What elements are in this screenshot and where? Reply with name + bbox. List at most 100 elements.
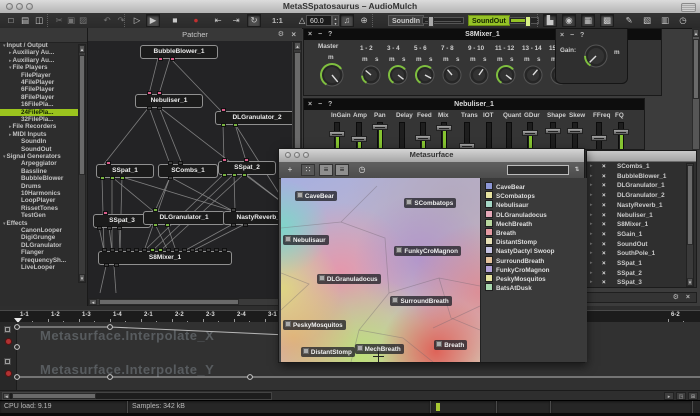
node-inlet-port[interactable] — [174, 248, 179, 252]
row-arrow-icon[interactable]: ▸ — [590, 220, 593, 230]
node-outlet-port[interactable] — [117, 226, 122, 230]
soundin-fader-thumb[interactable] — [428, 16, 434, 27]
channel-knob[interactable] — [414, 64, 436, 91]
tree-item-input-output[interactable]: ▾Input / Output — [0, 42, 78, 49]
detail-view-button[interactable]: ≡ — [335, 164, 349, 176]
contraption-row-nastyreverb_1[interactable]: ▸ × NastyReverb_1 — [587, 201, 683, 211]
channel-solo-label[interactable]: s — [537, 56, 541, 63]
row-arrow-icon[interactable]: ▸ — [590, 172, 593, 182]
automation-settings-icon[interactable]: ⚙ — [673, 294, 679, 301]
tree-item-8fileplayer[interactable]: 8FilePlayer — [0, 94, 78, 101]
snapshot-list-item[interactable]: Nebulisaur — [485, 200, 529, 209]
snapshot-list-item[interactable]: PeskyMosquitos — [485, 274, 546, 283]
tree-item-32filepla-[interactable]: 32FilePla... — [0, 116, 78, 123]
snapshot-list-item[interactable]: DistantStomp — [485, 237, 537, 246]
panel-close-icon[interactable]: × — [560, 30, 564, 41]
play-button[interactable]: ▶ — [146, 14, 160, 27]
surface-snapshot-label[interactable]: Breath — [434, 340, 467, 350]
row-close-icon[interactable]: × — [602, 278, 606, 288]
row-close-icon[interactable]: × — [602, 162, 606, 172]
speaker-button[interactable]: ♫ — [340, 14, 354, 27]
param-slider-ingain[interactable] — [329, 122, 345, 150]
timeline-tool-button[interactable]: ▸ — [664, 392, 674, 400]
timeline-hscrollbar[interactable]: ◂ — [2, 392, 272, 400]
metasurface-surface[interactable]: CaveBearSCombatopsNebulisaurFunkyCroMagn… — [281, 178, 480, 362]
node-inlet-port[interactable] — [103, 211, 108, 215]
go-end-button[interactable]: ⇥ — [229, 14, 243, 27]
chevron-down-icon[interactable]: ▾ — [3, 154, 6, 160]
param-slider-skew[interactable] — [567, 122, 583, 150]
node-inlet-port[interactable] — [126, 248, 131, 252]
surface-snapshot-label[interactable]: CaveBear — [295, 191, 337, 201]
param-slider-iot[interactable] — [481, 122, 497, 150]
param-slider-trans[interactable] — [459, 122, 475, 150]
patcher-settings-icon[interactable]: ⚙ — [278, 28, 284, 41]
tree-item-fileplayer[interactable]: FilePlayer — [0, 72, 78, 79]
contraption-row-bubbleblower_1[interactable]: ▸ × BubbleBlower_1 — [587, 172, 683, 182]
node-inlet-port[interactable] — [153, 208, 158, 212]
channel-knob[interactable] — [360, 64, 382, 91]
chevron-right-icon[interactable]: ▸ — [9, 58, 12, 64]
node-outlet-port[interactable] — [114, 263, 119, 267]
node-inlet-port[interactable] — [222, 248, 227, 252]
metronome-icon[interactable]: △ — [295, 14, 309, 27]
track-x-enable-checkbox[interactable] — [4, 326, 11, 333]
node-inlet-port[interactable] — [221, 108, 226, 112]
channel-mute-label[interactable]: m — [416, 56, 422, 63]
param-slider-fq[interactable] — [613, 122, 629, 150]
node-outlet-port[interactable] — [232, 173, 237, 177]
tree-item-flanger[interactable]: Flanger — [0, 249, 78, 256]
snapshot-list-item[interactable]: MechBreath — [485, 219, 532, 228]
row-arrow-icon[interactable]: ▸ — [590, 240, 593, 250]
channel-solo-label[interactable]: s — [456, 56, 460, 63]
panel-minimize-icon[interactable]: − — [570, 30, 574, 41]
channel-knob[interactable] — [495, 64, 517, 91]
tree-item-rissettones[interactable]: RissetTones — [0, 205, 78, 212]
row-arrow-icon[interactable]: ▸ — [590, 269, 593, 279]
track-y-record-icon[interactable] — [5, 370, 12, 377]
gain-mute-label[interactable]: m — [614, 49, 620, 56]
channel-knob[interactable] — [522, 64, 544, 91]
network-button[interactable]: ⊕ — [357, 14, 371, 27]
chevron-right-icon[interactable]: ▸ — [9, 132, 12, 138]
patcher-view-button[interactable]: ▙ — [543, 14, 557, 27]
row-close-icon[interactable]: × — [602, 181, 606, 191]
tree-item-24filepla-[interactable]: 24FilePla... — [0, 109, 78, 116]
surface-snapshot-label[interactable]: SurroundBreath — [390, 296, 451, 306]
channel-solo-label[interactable]: s — [429, 56, 433, 63]
row-arrow-icon[interactable]: ▸ — [590, 249, 593, 259]
channel-solo-label[interactable]: s — [375, 56, 379, 63]
loop-button[interactable]: ↻ — [247, 14, 261, 27]
contraption-row-dlgranulator_2[interactable]: ▸ × DLGranulator_2 — [587, 191, 683, 201]
param-slider-pan[interactable] — [372, 122, 388, 150]
tree-item-soundin[interactable]: SoundIn — [0, 138, 78, 145]
channel-mute-label[interactable]: m — [470, 56, 476, 63]
node-inlet-port[interactable] — [158, 248, 163, 252]
param-slider-amp[interactable] — [351, 122, 367, 150]
node-inlet-port[interactable] — [222, 158, 227, 162]
grid-view-button[interactable]: ∷ — [301, 164, 315, 176]
snapshot-list-item[interactable]: BatsAtDusk — [485, 283, 532, 292]
channel-mute-label[interactable]: m — [389, 56, 395, 63]
metasurface-view-button[interactable]: ▩ — [600, 14, 614, 27]
tree-item-dlgranulator[interactable]: DLGranulator — [0, 242, 78, 249]
param-slider-delay[interactable] — [394, 122, 410, 150]
row-arrow-icon[interactable]: ▸ — [590, 162, 593, 172]
contraption-row-sgain_1[interactable]: ▸ × SGain_1 — [587, 230, 683, 240]
node-inlet-port[interactable] — [178, 161, 183, 165]
channel-solo-label[interactable]: s — [483, 56, 487, 63]
tree-item-effects[interactable]: ▾Effects — [0, 220, 78, 227]
tree-item-6fileplayer[interactable]: 6FilePlayer — [0, 86, 78, 93]
contraption-list-scrollbar[interactable]: ▾ — [686, 163, 694, 287]
tree-item-file-players[interactable]: ▾File Players — [0, 64, 78, 71]
master-mute-label[interactable]: m — [328, 54, 334, 61]
tree-scrollbar[interactable]: ▴ ▾ — [78, 44, 86, 283]
tree-item-testgen[interactable]: TestGen — [0, 212, 78, 219]
tree-item-soundout[interactable]: SoundOut — [0, 146, 78, 153]
node-inlet-port[interactable] — [206, 248, 211, 252]
open-file-button[interactable]: ▤ — [18, 14, 32, 27]
node-inlet-port[interactable] — [102, 248, 107, 252]
stop-button[interactable]: ■ — [168, 14, 182, 27]
param-slider-mix[interactable] — [436, 122, 452, 150]
node-inlet-port[interactable] — [106, 161, 111, 165]
